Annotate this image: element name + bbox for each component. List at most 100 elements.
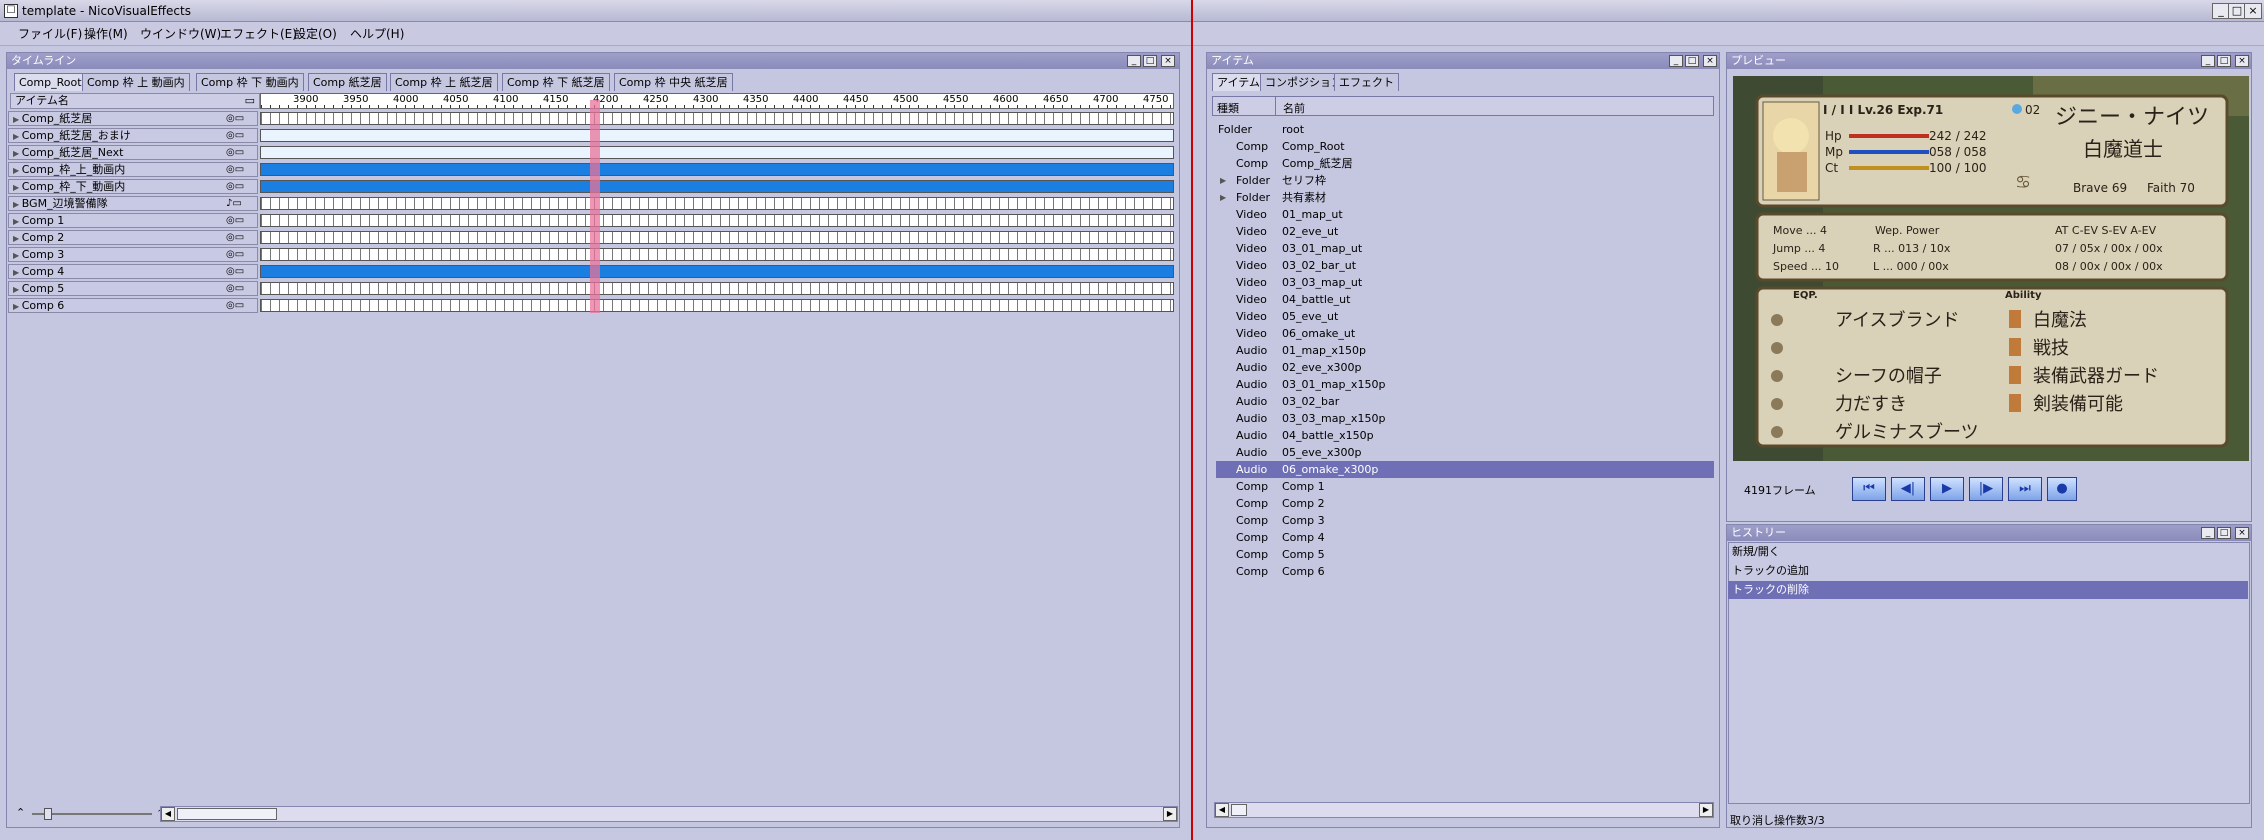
item-row[interactable]: Video 06_omake_ut (1216, 325, 1714, 342)
tab-comp-bottom-in-video[interactable]: Comp 枠 下 動画内 (196, 73, 304, 91)
tab-comp-center-kamishibai[interactable]: Comp 枠 中央 紙芝居 (614, 73, 733, 91)
tab-comp-kamishibai[interactable]: Comp 紙芝居 (308, 73, 387, 91)
item-row[interactable]: Audio 03_02_bar (1216, 393, 1714, 410)
expand-arrow-icon[interactable]: ▶ (13, 200, 22, 209)
maximize-icon[interactable]: □ (2217, 527, 2231, 539)
track-clip[interactable] (260, 265, 1174, 278)
menu-file[interactable]: ファイル(F) (12, 26, 88, 42)
items-hscrollbar[interactable]: ◀ ▶ (1214, 802, 1714, 818)
zoom-slider-handle[interactable] (44, 808, 52, 820)
minimize-icon[interactable]: _ (1669, 55, 1683, 67)
item-row[interactable]: ▶ Folder セリフ枠 (1216, 172, 1714, 189)
step-forward-icon[interactable]: |▶ (1969, 477, 2003, 501)
type-column-header[interactable]: 種類 (1217, 100, 1239, 116)
scroll-thumb[interactable] (177, 808, 277, 820)
item-row[interactable]: Comp Comp 4 (1216, 529, 1714, 546)
expand-arrow-icon[interactable]: ▶ (13, 217, 22, 226)
track-visibility-icon[interactable]: ◎▭ (226, 265, 244, 278)
scroll-right-icon[interactable]: ▶ (1163, 807, 1177, 821)
history-item[interactable]: トラックの追加 (1728, 562, 2248, 580)
maximize-icon[interactable]: □ (1143, 55, 1157, 67)
close-icon[interactable]: × (2235, 527, 2249, 539)
item-row-selected[interactable]: Audio 06_omake_x300p (1216, 461, 1714, 478)
track-clip[interactable] (260, 112, 1174, 125)
track-name[interactable]: ▶ Comp_紙芝居_おまけ (8, 128, 258, 143)
preview-canvas[interactable]: I / I I Lv.26 Exp.71 02 ジニー・ナイツ 白魔道士 Hp … (1733, 76, 2249, 461)
expand-arrow-icon[interactable]: ▶ (13, 166, 22, 175)
maximize-icon[interactable]: □ (2217, 55, 2231, 67)
skip-to-end-icon[interactable]: ⏭ (2008, 477, 2042, 501)
history-item-selected[interactable]: トラックの削除 (1728, 581, 2248, 599)
item-row[interactable]: Comp Comp_紙芝居 (1216, 155, 1714, 172)
track-name[interactable]: ▶ BGM_辺境警備隊 (8, 196, 258, 211)
item-row[interactable]: ▶ Folder 共有素材 (1216, 189, 1714, 206)
track-clip[interactable] (260, 146, 1174, 159)
item-row[interactable]: Video 04_battle_ut (1216, 291, 1714, 308)
time-ruler[interactable]: 3900 3950 4000 4050 4100 4150 4200 4250 … (260, 93, 1174, 109)
track-name[interactable]: ▶ Comp_枠_上_動画内 (8, 162, 258, 177)
item-row[interactable]: Comp Comp 5 (1216, 546, 1714, 563)
expand-arrow-icon[interactable]: ▶ (1220, 189, 1226, 206)
name-column-header[interactable]: 名前 (1283, 100, 1305, 116)
item-row[interactable]: Audio 03_03_map_x150p (1216, 410, 1714, 427)
expand-arrow-icon[interactable]: ▶ (1220, 172, 1226, 189)
track-clip[interactable] (260, 129, 1174, 142)
track-visibility-icon[interactable]: ◎▭ (226, 299, 244, 312)
track-visibility-icon[interactable]: ◎▭ (226, 248, 244, 261)
track-visibility-icon[interactable]: ◎▭ (226, 282, 244, 295)
item-row[interactable]: Comp Comp 1 (1216, 478, 1714, 495)
item-row[interactable]: Comp Comp 2 (1216, 495, 1714, 512)
item-row[interactable]: Audio 02_eve_x300p (1216, 359, 1714, 376)
item-row[interactable]: Comp Comp_Root (1216, 138, 1714, 155)
item-row[interactable]: Video 05_eve_ut (1216, 308, 1714, 325)
track-clip[interactable] (260, 248, 1174, 261)
item-row[interactable]: Audio 04_battle_x150p (1216, 427, 1714, 444)
history-item[interactable]: 新規/開く (1728, 543, 2248, 561)
scroll-left-icon[interactable]: ◀ (161, 807, 175, 821)
item-row[interactable]: Audio 01_map_x150p (1216, 342, 1714, 359)
expand-arrow-icon[interactable]: ▶ (13, 115, 22, 124)
track-clip[interactable] (260, 214, 1174, 227)
track-clip[interactable] (260, 197, 1174, 210)
track-name[interactable]: ▶ Comp_枠_下_動画内 (8, 179, 258, 194)
play-icon[interactable]: ▶ (1930, 477, 1964, 501)
track-visibility-icon[interactable]: ♪▭ (226, 197, 242, 210)
item-row[interactable]: Audio 05_eve_x300p (1216, 444, 1714, 461)
record-icon[interactable]: ● (2047, 477, 2077, 501)
expand-arrow-icon[interactable]: ▶ (13, 234, 22, 243)
track-visibility-icon[interactable]: ◎▭ (226, 146, 244, 159)
item-row[interactable]: Video 03_01_map_ut (1216, 240, 1714, 257)
close-icon[interactable]: × (1703, 55, 1717, 67)
track-name[interactable]: ▶ Comp 2 (8, 230, 258, 245)
expand-arrow-icon[interactable]: ▶ (13, 251, 22, 260)
maximize-icon[interactable]: □ (1685, 55, 1699, 67)
expand-arrow-icon[interactable]: ▶ (13, 268, 22, 277)
tab-comp-root[interactable]: Comp_Root (14, 73, 87, 91)
column-divider[interactable] (1275, 97, 1276, 115)
item-row[interactable]: Comp Comp 3 (1216, 512, 1714, 529)
expand-arrow-icon[interactable]: ▶ (13, 132, 22, 141)
scroll-right-icon[interactable]: ▶ (1699, 803, 1713, 817)
expand-arrow-icon[interactable]: ▶ (13, 183, 22, 192)
item-row[interactable]: Video 02_eve_ut (1216, 223, 1714, 240)
track-visibility-icon[interactable]: ◎▭ (226, 129, 244, 142)
track-clip[interactable] (260, 282, 1174, 295)
item-row[interactable]: Video 03_03_map_ut (1216, 274, 1714, 291)
tab-items[interactable]: アイテム (1212, 73, 1265, 91)
playhead[interactable] (590, 100, 600, 313)
track-visibility-icon[interactable]: ◎▭ (226, 231, 244, 244)
track-name[interactable]: ▶ Comp 4 (8, 264, 258, 279)
menu-settings[interactable]: 設定(O) (288, 26, 343, 42)
track-visibility-icon[interactable]: ◎▭ (226, 214, 244, 227)
step-back-icon[interactable]: ◀| (1891, 477, 1925, 501)
menu-help[interactable]: ヘルプ(H) (344, 26, 410, 42)
track-clip[interactable] (260, 163, 1174, 176)
window-icon[interactable]: ☐ (4, 4, 18, 18)
expand-arrow-icon[interactable]: ▶ (13, 149, 22, 158)
track-visibility-icon[interactable]: ◎▭ (226, 163, 244, 176)
expand-arrow-icon[interactable]: ▶ (13, 285, 22, 294)
scroll-thumb[interactable] (1231, 804, 1247, 816)
track-name[interactable]: ▶ Comp_紙芝居 (8, 111, 258, 126)
track-name[interactable]: ▶ Comp 3 (8, 247, 258, 262)
close-icon[interactable]: × (1161, 55, 1175, 67)
